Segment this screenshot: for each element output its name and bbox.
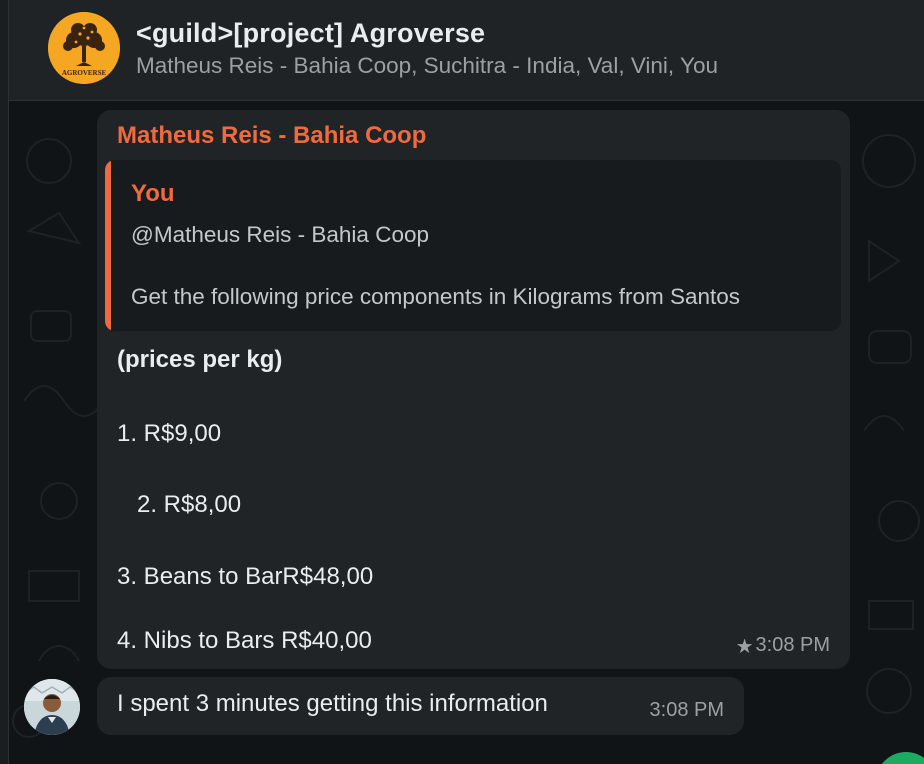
header-divider — [0, 100, 924, 101]
message-time: 3:08 PM — [649, 699, 724, 721]
price-line: 4. Nibs to Bars R$40,00 — [117, 627, 372, 654]
quote-accent-bar — [105, 160, 111, 331]
user-photo-icon — [24, 679, 80, 735]
message-heading: (prices per kg) — [117, 346, 283, 373]
group-avatar[interactable]: AGROVERSE — [48, 12, 120, 84]
chat-header[interactable]: AGROVERSE <guild>[project] Agroverse Mat… — [0, 0, 924, 100]
quoted-message[interactable]: You @Matheus Reis - Bahia Coop Get the f… — [105, 160, 841, 331]
group-title: <guild>[project] Agroverse — [136, 18, 486, 48]
price-line: 3. Beans to BarR$48,00 — [117, 563, 374, 590]
chat-window: AGROVERSE <guild>[project] Agroverse Mat… — [0, 0, 924, 764]
star-icon: ★ — [735, 633, 754, 658]
quote-text: Get the following price components in Ki… — [131, 284, 741, 309]
quote-author: You — [131, 180, 175, 207]
message-meta: ★ 3:08 PM — [736, 634, 830, 657]
quote-mention: @Matheus Reis - Bahia Coop — [131, 222, 429, 247]
avatar[interactable] — [24, 679, 80, 735]
price-line: 2. R$8,00 — [137, 491, 242, 518]
message-sender[interactable]: Matheus Reis - Bahia Coop — [117, 122, 426, 150]
group-members: Matheus Reis - Bahia Coop, Suchitra - In… — [136, 53, 719, 78]
message-bubble[interactable]: I spent 3 minutes getting this informati… — [97, 677, 744, 735]
tree-logo-icon: AGROVERSE — [48, 12, 120, 84]
message-time: 3:08 PM — [755, 634, 830, 656]
message-text: I spent 3 minutes getting this informati… — [117, 690, 548, 717]
message-bubble[interactable]: Matheus Reis - Bahia Coop You @Matheus R… — [97, 110, 850, 669]
price-line: 1. R$9,00 — [117, 420, 222, 447]
panel-edge — [0, 0, 9, 764]
avatar-brand-text: AGROVERSE — [62, 69, 107, 77]
